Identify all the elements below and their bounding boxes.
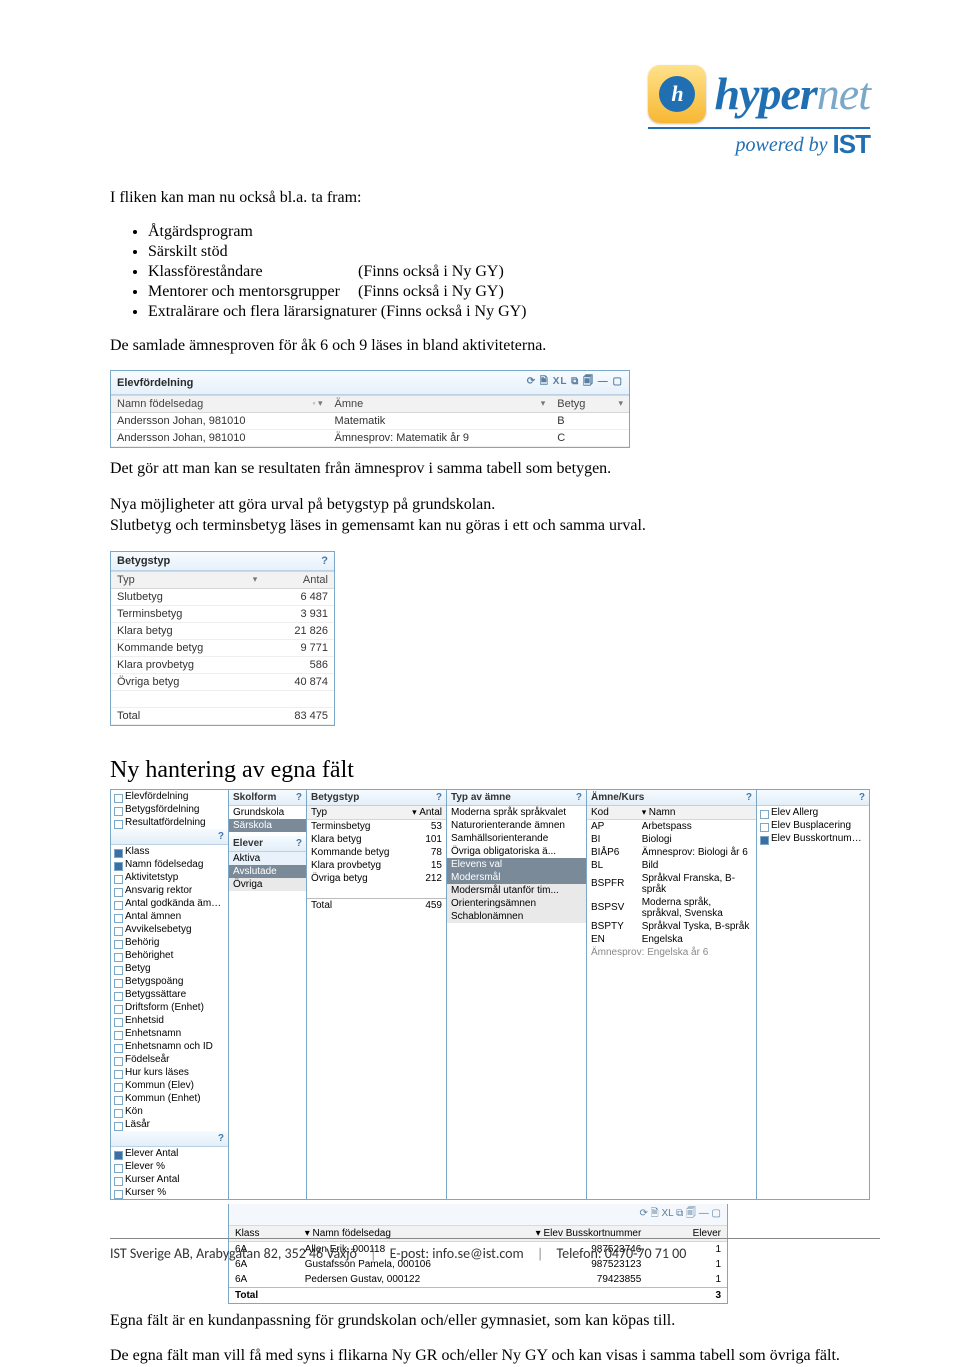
footer-company: IST Sverige AB, Arabygatan 82, 352 46 Vä… <box>110 1245 357 1262</box>
hypernet-wordmark: hypernet <box>714 71 870 117</box>
screenshot-elevfordelning: Elevfördelning ⟳ 🗎 XL ⧉ 🗐 — ▢ Namn födel… <box>110 370 630 448</box>
section-heading: Ny hantering av egna fält <box>110 756 870 785</box>
para-3: Det gör att man kan se resultaten från ä… <box>110 458 870 480</box>
shot2-title: Betygstyp <box>117 555 170 567</box>
screenshot-egna-falt: Elevfördelning Betygsfördelning Resultat… <box>110 789 870 1200</box>
hypernet-icon: h <box>648 65 706 123</box>
para-4: Nya möjligheter att göra urval på betygs… <box>110 494 870 537</box>
para-5: Egna fält är en kundanpassning för grund… <box>110 1310 870 1332</box>
help-icon: ? <box>321 555 328 567</box>
panel-toolbar-icons: ⟳ 🗎 XL ⧉ 🗐 — ▢ <box>527 374 623 391</box>
para-6: De egna fält man vill få med syns i flik… <box>110 1345 870 1367</box>
feature-list: Åtgärdsprogram Särskilt stöd Klassförest… <box>110 223 870 321</box>
header-logo: h hypernet powered by IST <box>110 65 870 157</box>
powered-by: powered by IST <box>648 131 870 157</box>
page-footer: IST Sverige AB, Arabygatan 82, 352 46 Vä… <box>110 1238 880 1262</box>
intro-text: I fliken kan man nu också bl.a. ta fram: <box>110 187 870 209</box>
para-2: De samlade ämnesproven för åk 6 och 9 lä… <box>110 335 870 357</box>
panel-toolbar-icons: ⟳ 🗎 XL ⧉ 🗐 — ▢ <box>229 1204 727 1226</box>
screenshot-betygstyp: Betygstyp ? Typ▾ Antal Slutbetyg6 487 Te… <box>110 551 335 726</box>
shot1-title: Elevfördelning <box>117 377 193 389</box>
